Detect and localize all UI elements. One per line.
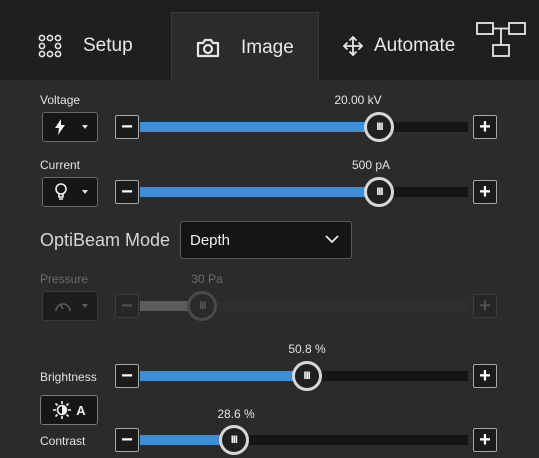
bulb-icon bbox=[55, 183, 67, 200]
tab-setup[interactable]: Setup bbox=[37, 12, 133, 80]
voltage-decrease-button[interactable]: − bbox=[115, 115, 139, 139]
current-slider-thumb[interactable]: III bbox=[364, 177, 395, 207]
setup-grid-icon bbox=[37, 33, 63, 59]
tab-bar: Setup Image Automate bbox=[0, 0, 539, 82]
gauge-icon bbox=[55, 303, 71, 312]
lightning-icon bbox=[55, 119, 65, 135]
voltage-slider[interactable]: III bbox=[140, 112, 468, 142]
brightness-label: Brightness bbox=[40, 370, 97, 384]
auto-button-label: A bbox=[76, 402, 86, 418]
contrast-slider-thumb[interactable]: III bbox=[218, 425, 249, 455]
current-dropdown[interactable] bbox=[42, 177, 98, 207]
tab-automate-label: Automate bbox=[374, 35, 456, 56]
contrast-value: 28.6 % bbox=[217, 407, 255, 421]
current-slider[interactable]: III bbox=[140, 177, 468, 207]
current-decrease-button[interactable]: − bbox=[115, 180, 139, 204]
voltage-dropdown[interactable] bbox=[42, 112, 98, 142]
brightness-increase-button[interactable]: + bbox=[473, 364, 497, 388]
voltage-label: Voltage bbox=[40, 93, 81, 107]
current-value: 500 pA bbox=[351, 158, 391, 172]
tab-image[interactable]: Image bbox=[171, 12, 319, 82]
voltage-increase-button[interactable]: + bbox=[473, 115, 497, 139]
auto-brightness-contrast-button[interactable]: A bbox=[40, 395, 98, 425]
pressure-dropdown[interactable] bbox=[42, 291, 98, 321]
pressure-label: Pressure bbox=[40, 272, 89, 286]
contrast-slider[interactable]: III bbox=[140, 425, 468, 455]
current-increase-button[interactable]: + bbox=[473, 180, 497, 204]
contrast-label: Contrast bbox=[40, 434, 86, 448]
layout-tree-icon[interactable] bbox=[476, 20, 526, 58]
brightness-decrease-button[interactable]: − bbox=[115, 364, 139, 388]
pressure-slider-thumb[interactable]: III bbox=[187, 291, 218, 321]
brightness-slider[interactable]: III bbox=[140, 361, 468, 391]
pressure-decrease-button[interactable]: − bbox=[115, 294, 139, 318]
contrast-increase-button[interactable]: + bbox=[473, 428, 497, 452]
optibeam-mode-select[interactable]: Depth bbox=[180, 221, 352, 259]
tab-setup-label: Setup bbox=[83, 35, 133, 56]
chevron-down-icon bbox=[325, 235, 339, 244]
brightness-slider-thumb[interactable]: III bbox=[291, 361, 322, 391]
move-arrows-icon bbox=[340, 33, 366, 59]
contrast-decrease-button[interactable]: − bbox=[115, 428, 139, 452]
pressure-increase-button[interactable]: + bbox=[473, 294, 497, 318]
tab-image-label: Image bbox=[241, 36, 294, 58]
auto-brightness-icon bbox=[53, 401, 72, 419]
pressure-slider[interactable]: III bbox=[140, 291, 468, 321]
brightness-value: 50.8 % bbox=[288, 342, 326, 356]
voltage-value: 20.00 kV bbox=[334, 93, 382, 107]
camera-icon bbox=[195, 35, 221, 61]
optibeam-mode-value: Depth bbox=[190, 231, 231, 249]
pressure-value: 30 Pa bbox=[191, 272, 223, 286]
current-label: Current bbox=[40, 158, 81, 172]
voltage-slider-thumb[interactable]: III bbox=[364, 112, 395, 142]
optibeam-mode-label: OptiBeam Mode bbox=[40, 230, 171, 250]
tab-automate[interactable]: Automate bbox=[340, 12, 455, 80]
